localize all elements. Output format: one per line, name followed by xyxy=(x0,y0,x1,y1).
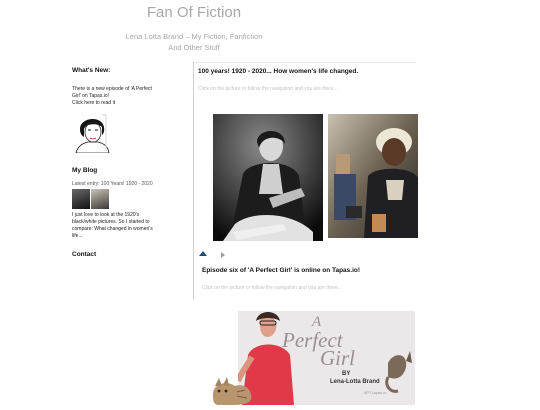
sidebar: What's New: There is a new episode of 'A… xyxy=(72,67,172,258)
whats-new-heading: What's New: xyxy=(72,67,111,74)
subtitle-line-2: And Other Stuff xyxy=(168,43,220,52)
perfect-girl-cover[interactable]: A Perfect Girl BY Lena-Lotta Brand #PT t… xyxy=(238,311,415,405)
site-subtitle: Lena Lotta Brand – My Fiction, Fanfictio… xyxy=(0,31,388,53)
post2-hint: Click on the picture or follow the navig… xyxy=(202,285,342,291)
post2-title[interactable]: Episode six of 'A Perfect Girl' is onlin… xyxy=(202,267,360,274)
blog-text-1: I just love to look at the 1920's xyxy=(72,212,140,218)
blog-text-4: life... xyxy=(72,233,83,239)
photo-2020-image xyxy=(328,114,418,238)
whats-new-line-3: Click here to read it xyxy=(72,100,172,107)
photo-1920[interactable] xyxy=(213,114,323,241)
blog-text-3: compare: What changed in women's xyxy=(72,226,153,232)
slider-prev-arrow[interactable] xyxy=(199,251,207,256)
cover-tag: #PT tapas.io xyxy=(364,390,387,395)
whats-new-line-2: Girl' on Tapas.io! xyxy=(72,93,109,99)
cover-by: BY xyxy=(342,371,351,377)
whats-new-line-1: There is a new episode of 'A Perfect xyxy=(72,86,152,92)
sketch-portrait-image xyxy=(72,113,112,154)
cat-illustration xyxy=(209,374,255,405)
blog-thumbnails xyxy=(72,189,172,209)
photo-2020[interactable] xyxy=(328,114,418,238)
blog-heading[interactable]: My Blog xyxy=(72,167,172,174)
cat-image xyxy=(213,377,252,405)
click-link-rest: here to read it xyxy=(82,100,116,106)
sketch-thumbnail[interactable] xyxy=(72,113,112,154)
post1-hint: Click on the picture or follow the navig… xyxy=(198,86,338,92)
click-link[interactable]: Click xyxy=(72,100,83,106)
slider-next-arrow[interactable] xyxy=(221,252,225,258)
subtitle-line-1: Lena Lotta Brand – My Fiction, Fanfictio… xyxy=(125,32,263,41)
photo-1920-image xyxy=(213,114,323,241)
top-rule xyxy=(194,62,416,63)
blog-text-2: black/white pictures. So I started to xyxy=(72,219,150,225)
column-divider xyxy=(193,62,194,300)
blog-thumb-1920[interactable] xyxy=(72,189,90,209)
site-title[interactable]: Fan Of Fiction xyxy=(0,4,388,21)
post1-title[interactable]: 100 years! 1920 - 2020... How women's li… xyxy=(198,68,358,75)
cover-title: A Perfect Girl xyxy=(282,313,355,369)
latest-entry-link[interactable]: Latest entry: 100 Years! 1920 - 2020 xyxy=(72,181,172,187)
blog-thumb-2020[interactable] xyxy=(91,189,109,209)
cover-author: Lena-Lotta Brand xyxy=(330,379,380,385)
contact-heading[interactable]: Contact xyxy=(72,251,172,258)
